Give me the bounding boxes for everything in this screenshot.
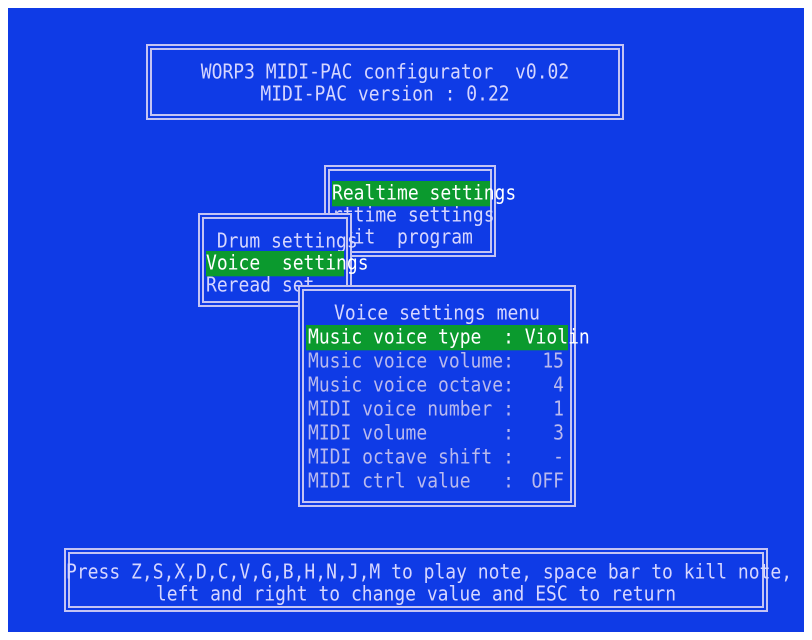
voice-row-music-voice-volume[interactable]: Music voice volume: 15 (306, 349, 568, 374)
voice-row-midi-octave-shift[interactable]: MIDI octave shift : - (306, 445, 568, 470)
row-label: MIDI octave shift : (308, 445, 514, 470)
voice-row-music-voice-type[interactable]: Music voice type : Violin (306, 325, 590, 351)
screen: WORP3 MIDI-PAC configurator v0.02 MIDI-P… (8, 8, 804, 632)
row-label: MIDI ctrl value : (308, 469, 514, 494)
voice-settings-panel: Voice settings menu Music voice type : V… (298, 285, 590, 507)
row-label: Music voice octave: (308, 373, 514, 398)
voice-row-midi-volume[interactable]: MIDI volume : 3 (306, 421, 568, 446)
voice-panel-heading: Voice settings menu (334, 301, 540, 326)
row-label: Music voice volume: (308, 349, 514, 374)
help-line-2: left and right to change value and ESC t… (155, 582, 677, 607)
voice-row-midi-ctrl-value[interactable]: MIDI ctrl value : OFF (306, 469, 568, 494)
version-text: MIDI-PAC version : 0.22 (260, 82, 510, 107)
row-label: MIDI voice number : (308, 397, 514, 422)
row-value: OFF (531, 469, 564, 494)
voice-row-music-voice-octave[interactable]: Music voice octave: 4 (306, 373, 568, 398)
row-value: 1 (553, 397, 564, 422)
help-footer: Press Z,S,X,D,C,V,G,B,H,N,J,M to play no… (64, 548, 792, 612)
voice-row-midi-voice-number[interactable]: MIDI voice number : 1 (306, 397, 568, 422)
title-box: WORP3 MIDI-PAC configurator v0.02 MIDI-P… (146, 44, 624, 120)
row-value: 4 (553, 373, 564, 398)
row-value: 3 (553, 421, 564, 446)
row-label: Music voice type : Violin (308, 325, 590, 350)
row-value: - (553, 445, 564, 470)
row-label: MIDI volume : (308, 421, 514, 446)
row-value: 15 (542, 349, 564, 374)
